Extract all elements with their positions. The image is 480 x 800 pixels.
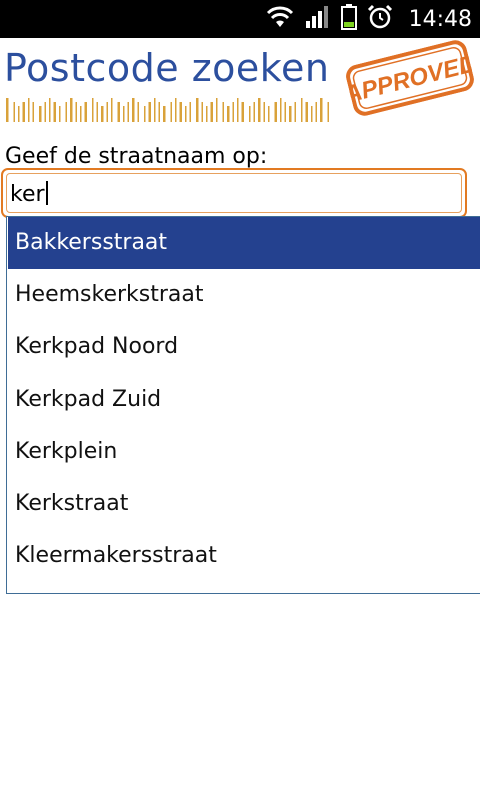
street-name-input-inner[interactable] [6,173,462,213]
app-header: Postcode zoeken APPROVED [0,38,480,134]
suggestion-item[interactable]: Kerkplein [8,426,480,478]
barcode-graphic [6,98,329,122]
street-name-label: Geef de straatnaam op: [5,144,268,169]
status-bar: 14:48 [0,0,480,38]
suggestion-item[interactable]: Kerkpad Noord [8,321,480,373]
street-name-input-value[interactable]: ker [10,181,48,207]
battery-icon [340,4,357,34]
suggestion-item[interactable]: Kerkstraat [8,478,480,530]
suggestion-item[interactable]: Kerkpad Zuid [8,374,480,426]
suggestions-dropdown[interactable]: Bakkersstraat Heemskerkstraat Kerkpad No… [6,216,480,594]
suggestion-item[interactable]: Heemskerkstraat [8,269,480,321]
approved-stamp: APPROVED [344,40,476,116]
wifi-icon [265,5,295,33]
status-time: 14:48 [408,6,472,32]
alarm-icon [367,4,393,34]
app-logo-title: Postcode zoeken [4,46,330,90]
input-value-text: ker [10,182,45,207]
suggestion-item[interactable]: Kleermakersstraat [8,530,480,582]
signal-icon [305,5,331,33]
text-caret [45,181,48,205]
status-icons: 14:48 [265,0,472,38]
street-name-input[interactable]: ker [1,168,467,218]
suggestion-item[interactable]: Bakkersstraat [8,217,480,269]
